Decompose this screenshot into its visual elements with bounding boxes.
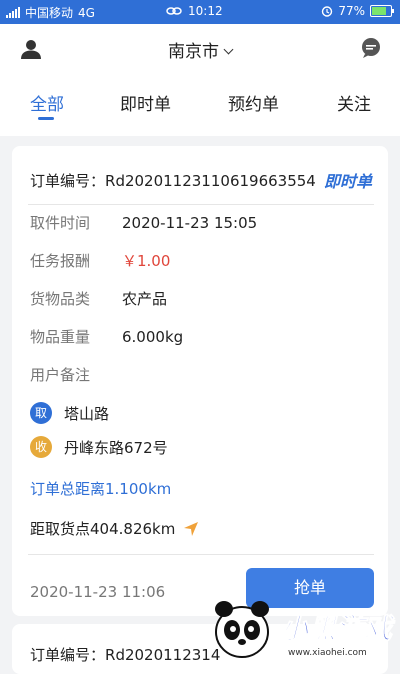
city-name: 南京市 <box>168 42 219 62</box>
battery-icon <box>370 5 394 17</box>
order-created-time: 2020-11-23 11:06 <box>30 583 166 601</box>
tab-follow[interactable]: 关注 <box>337 90 371 115</box>
field-value: 农产品 <box>122 290 168 308</box>
city-selector[interactable]: 南京市 <box>0 37 400 62</box>
status-bar: 中国移动 4G 10:12 77% <box>0 0 400 24</box>
dropoff-badge: 收 <box>30 436 52 458</box>
order-number: 订单编号：Rd2020112314 <box>30 644 220 665</box>
field-label: 货物品类 <box>30 290 91 308</box>
pickup-address-text: 塔山路 <box>64 404 110 423</box>
battery-percent: 77% <box>338 4 365 18</box>
field-reward: 任务报酬 ￥1.00 <box>30 250 170 271</box>
order-number-value: Rd2020112311061966355​4 <box>105 172 316 190</box>
tab-instant[interactable]: 即时单 <box>120 90 171 115</box>
network-type: 4G <box>78 5 95 20</box>
signal-icon <box>6 7 20 18</box>
field-label: 用户备注 <box>30 366 91 384</box>
status-left: 中国移动 4G <box>6 4 95 21</box>
field-value: 2020-11-23 15:05 <box>122 214 258 232</box>
watermark-logo: 小黑游戏 www.xiaohei.com <box>215 601 397 658</box>
field-remark: 用户备注 <box>30 364 122 385</box>
alarm-icon <box>322 6 333 17</box>
link-icon <box>166 7 182 15</box>
clock: 10:12 <box>188 4 223 18</box>
order-number: 订单编号：Rd2020112311061966355​4 <box>30 170 316 191</box>
status-mid: 10:12 <box>166 4 223 18</box>
dropoff-address: 收 丹峰东路672号 <box>30 436 168 458</box>
order-card[interactable]: 订单编号：Rd2020112311061966355​4 即时单 取件时间 202… <box>12 146 388 616</box>
pickup-distance: 距取货点404.826km <box>30 518 199 539</box>
total-distance: 订单总距离1.100km <box>30 480 172 498</box>
carrier-name: 中国移动 <box>25 6 74 20</box>
pickup-badge: 取 <box>30 402 52 424</box>
watermark-text: 小黑游戏 <box>280 612 396 645</box>
pickup-address: 取 塔山路 <box>30 402 109 424</box>
field-label: 取件时间 <box>30 214 91 232</box>
field-label: 物品重量 <box>30 328 91 346</box>
message-icon[interactable] <box>360 37 382 59</box>
active-tab-indicator <box>38 117 54 120</box>
field-value: 6.000kg <box>122 328 184 346</box>
pickup-distance-text: 距取货点404.826km <box>30 520 176 538</box>
divider <box>28 204 374 205</box>
dropoff-address-text: 丹峰东路672号 <box>64 438 168 457</box>
order-tabs: 全部 即时单 预约单 关注 <box>0 90 400 124</box>
field-category: 货物品类 农产品 <box>30 288 167 309</box>
field-label: 任务报酬 <box>30 252 91 270</box>
watermark-url: www.xiaohei.com <box>288 648 367 658</box>
tab-all[interactable]: 全部 <box>30 90 64 115</box>
chevron-down-icon <box>223 44 234 55</box>
tab-scheduled[interactable]: 预约单 <box>228 90 279 115</box>
battery-fill <box>372 7 386 15</box>
reward-value: ￥1.00 <box>122 252 171 270</box>
order-type-badge: 即时单 <box>323 172 372 191</box>
divider <box>28 554 374 555</box>
navigation-arrow-icon <box>184 521 199 536</box>
order-number-label: 订单编号： <box>30 172 106 190</box>
order-number-label: 订单编号： <box>30 646 106 664</box>
status-right: 77% <box>321 4 394 18</box>
app-header: 南京市 全部 即时单 预约单 关注 <box>0 24 400 136</box>
field-pickup-time: 取件时间 2020-11-23 15:05 <box>30 212 257 233</box>
field-weight: 物品重量 6.000kg <box>30 326 183 347</box>
